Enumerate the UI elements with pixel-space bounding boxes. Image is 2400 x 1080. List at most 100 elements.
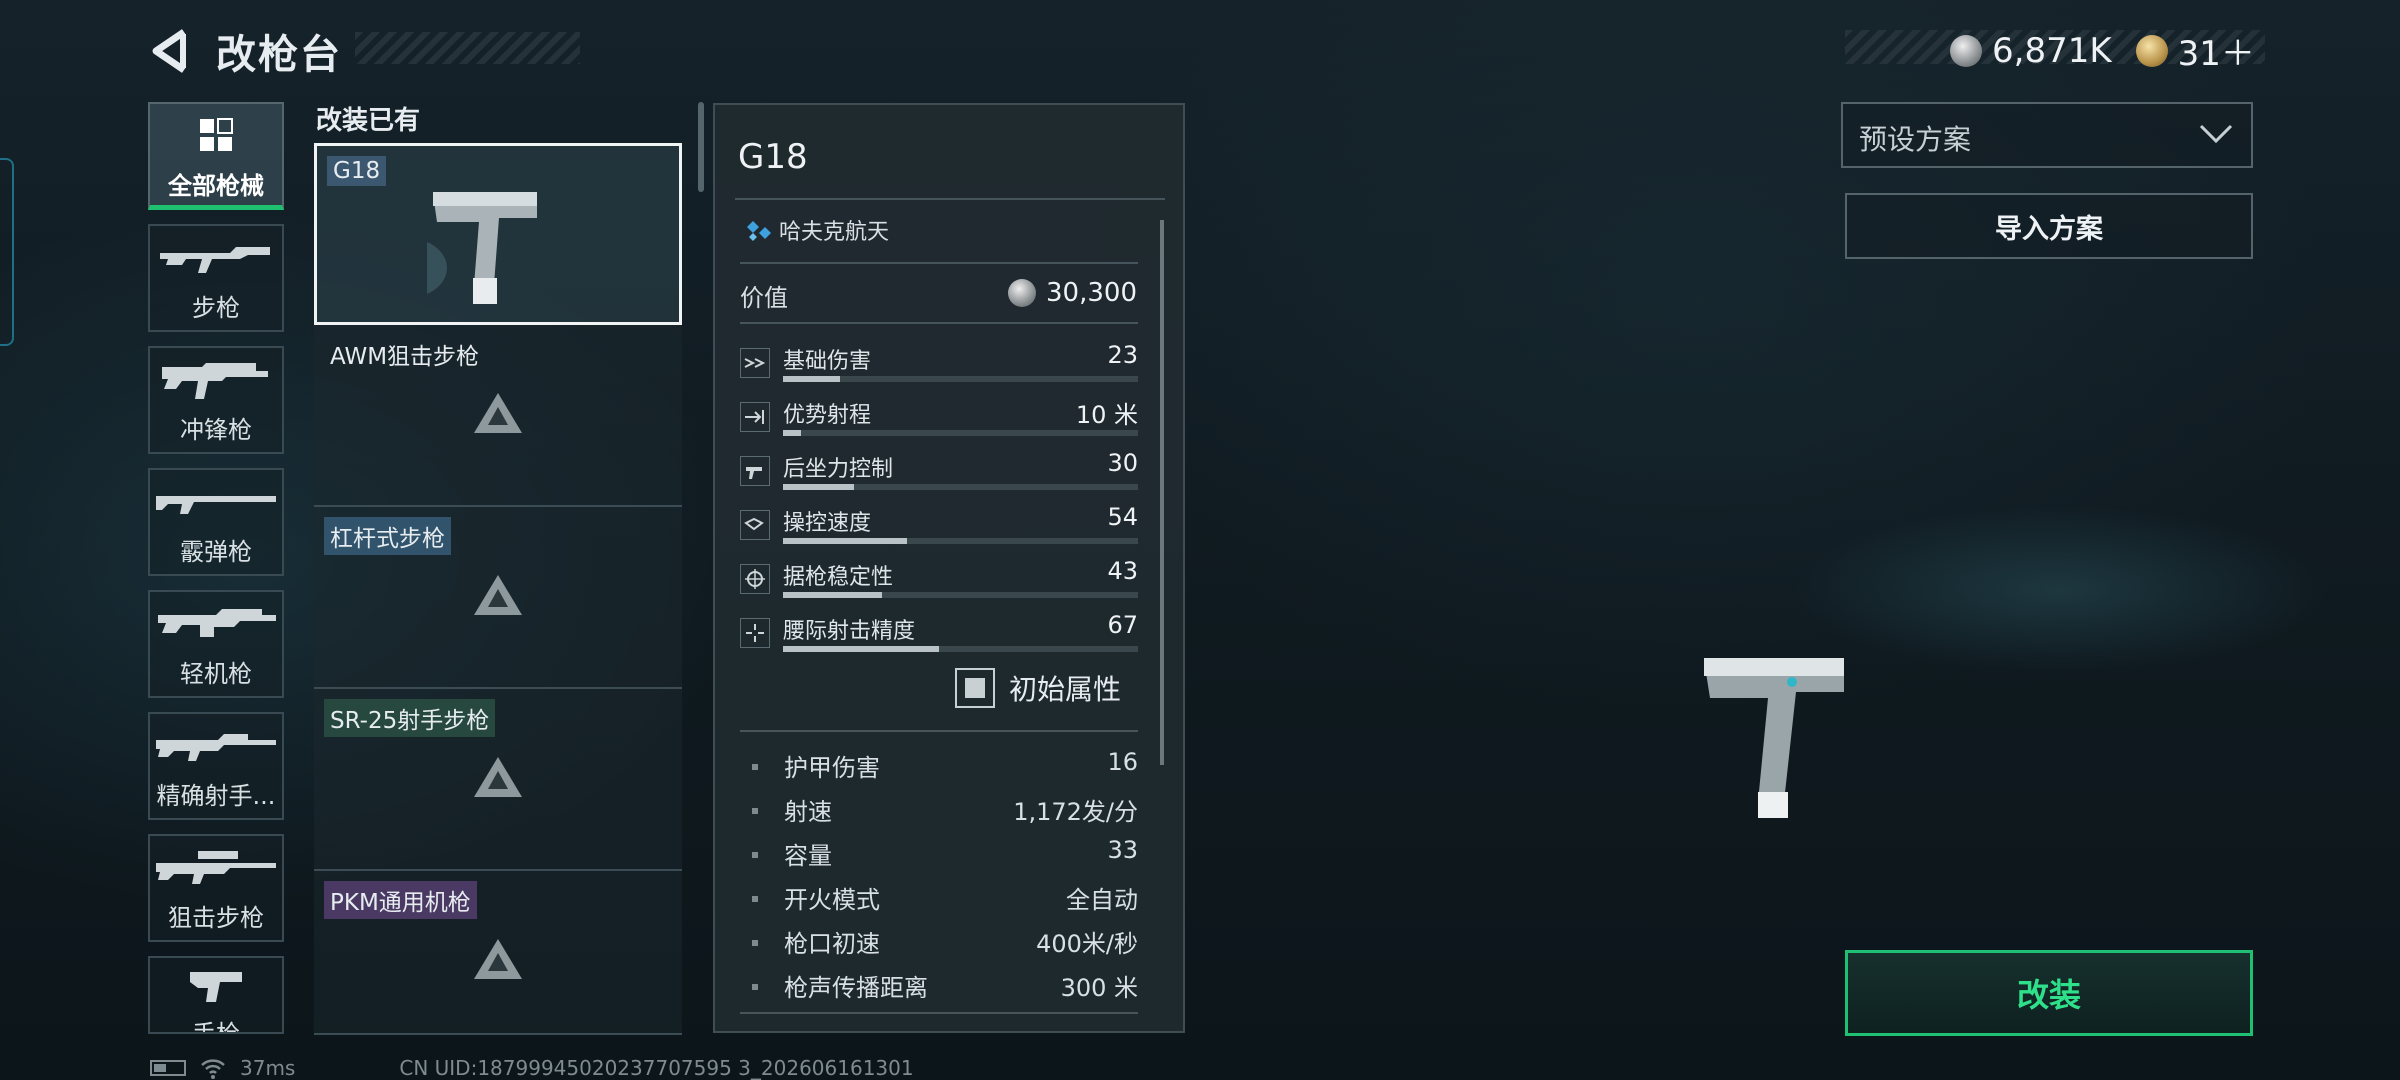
chevron-down-icon xyxy=(2199,124,2233,144)
stat-bar xyxy=(783,430,1138,436)
stat-bar xyxy=(783,646,1138,652)
weapon-card-lever-rifle[interactable]: 杠杆式步枪 xyxy=(314,507,682,689)
marksman-rifle-icon xyxy=(156,734,276,761)
silver-amount: 6,871K xyxy=(1992,30,2112,71)
weapon-card-awm[interactable]: AWM狙击步枪 xyxy=(314,325,682,507)
import-preset-button[interactable]: 导入方案 xyxy=(1845,193,2253,259)
weapon-name: SR-25射手步枪 xyxy=(324,699,496,737)
stat-row: 优势射程 10 米 xyxy=(740,394,1138,448)
weapon-card-sr25[interactable]: SR-25射手步枪 xyxy=(314,689,682,871)
stat-bar-fill xyxy=(783,538,908,544)
side-drawer-tab[interactable] xyxy=(0,158,14,346)
category-label: 冲锋枪 xyxy=(180,416,252,444)
panel-scrollbar[interactable] xyxy=(1160,220,1164,765)
stat-value: 54 xyxy=(1107,503,1138,531)
list-scrollbar[interactable] xyxy=(698,102,704,192)
stat-bar xyxy=(783,484,1138,490)
extra-stat-row: 容量 33 xyxy=(752,836,1138,876)
range-icon xyxy=(740,402,770,432)
stat-bar-fill xyxy=(783,376,840,382)
bullet-icon xyxy=(752,764,758,770)
category-sniper[interactable]: 狙击步枪 xyxy=(148,834,284,942)
original-stats-toggle[interactable]: 初始属性 xyxy=(955,668,1121,708)
extra-stat-label: 容量 xyxy=(784,842,832,870)
stat-row: 操控速度 54 xyxy=(740,502,1138,556)
extra-stat-value: 400米/秒 xyxy=(1036,930,1138,958)
stat-value: 10 米 xyxy=(1075,401,1138,429)
back-button[interactable] xyxy=(150,28,192,74)
page-title: 改枪台 xyxy=(216,32,342,78)
manufacturer-name: 哈夫克航天 xyxy=(779,220,890,245)
list-heading: 改装已有 xyxy=(316,106,421,136)
stat-label: 据枪稳定性 xyxy=(783,565,894,590)
category-smg[interactable]: 冲锋枪 xyxy=(148,346,284,454)
manufacturer: 哈夫克航天 xyxy=(745,214,889,246)
weapon-card-pkm[interactable]: PKM通用机枪 xyxy=(314,871,682,1035)
stat-bar-fill xyxy=(783,430,801,436)
hipfire-icon xyxy=(740,618,770,648)
preset-dropdown[interactable]: 预设方案 xyxy=(1841,102,2253,168)
battery-icon xyxy=(150,1060,186,1076)
category-pistol[interactable]: 手枪 xyxy=(148,956,284,1034)
gold-amount[interactable]: 31＋ xyxy=(2178,26,2255,75)
value-amount: 30,300 xyxy=(1046,278,1137,308)
checkbox[interactable] xyxy=(955,668,995,708)
category-marksman[interactable]: 精确射手... xyxy=(148,712,284,820)
extra-stat-value: 1,172发/分 xyxy=(1013,798,1138,826)
category-all[interactable]: 全部枪械 xyxy=(148,102,284,210)
bullet-icon xyxy=(752,808,758,814)
stat-value: 67 xyxy=(1107,611,1138,639)
category-label: 手枪 xyxy=(192,1020,240,1034)
category-shotgun[interactable]: 霰弹枪 xyxy=(148,468,284,576)
extra-stat-label: 枪声传播距离 xyxy=(784,974,928,1002)
divider xyxy=(740,262,1138,264)
stat-value: 23 xyxy=(1107,341,1138,369)
extra-stat-row: 护甲伤害 16 xyxy=(752,748,1138,788)
extra-stat-row: 开火模式 全自动 xyxy=(752,880,1138,920)
modify-button[interactable]: 改装 xyxy=(1845,950,2253,1036)
category-label: 精确射手... xyxy=(156,782,276,810)
extra-stat-value: 33 xyxy=(1107,836,1138,864)
shotgun-icon xyxy=(156,496,276,514)
category-rifle[interactable]: 步枪 xyxy=(148,224,284,332)
stat-bar xyxy=(783,376,1138,382)
rifle-icon xyxy=(160,247,270,273)
value-label: 价值 xyxy=(740,284,788,312)
locked-placeholder-icon xyxy=(474,393,522,433)
extra-stat-value: 全自动 xyxy=(1066,886,1138,914)
extra-stat-value: 16 xyxy=(1107,748,1138,776)
weapon-name: AWM狙击步枪 xyxy=(330,344,480,370)
stat-value: 30 xyxy=(1107,449,1138,477)
smg-icon xyxy=(162,363,268,399)
lmg-icon xyxy=(158,609,276,637)
category-label: 全部枪械 xyxy=(168,172,264,200)
extra-stat-row: 枪口初速 400米/秒 xyxy=(752,924,1138,964)
stat-value: 43 xyxy=(1107,557,1138,585)
stat-row: 腰际射击精度 67 xyxy=(740,610,1138,664)
extra-stat-row: 枪声传播距离 300 米 xyxy=(752,968,1138,1008)
extra-stat-label: 射速 xyxy=(784,798,832,826)
bullet-icon xyxy=(752,852,758,858)
grid-icon xyxy=(200,118,233,151)
sniper-rifle-icon xyxy=(156,851,276,884)
stat-label: 基础伤害 xyxy=(783,349,872,374)
stat-row: 据枪稳定性 43 xyxy=(740,556,1138,610)
stat-row: 基础伤害 23 xyxy=(740,340,1138,394)
value-display: 30,300 xyxy=(1008,278,1137,308)
weapon-name: G18 xyxy=(327,156,387,186)
divider xyxy=(740,1012,1138,1014)
back-arrow-icon xyxy=(152,29,186,73)
pistol-icon xyxy=(190,972,242,1002)
preset-label: 预设方案 xyxy=(1859,123,1972,156)
wifi-icon xyxy=(201,1059,225,1079)
extra-stat-label: 枪口初速 xyxy=(784,930,880,958)
category-lmg[interactable]: 轻机枪 xyxy=(148,590,284,698)
weapon-title: G18 xyxy=(738,137,808,177)
recoil-icon xyxy=(740,456,770,486)
weapon-card-g18[interactable]: G18 xyxy=(314,143,682,325)
weapon-name: PKM通用机枪 xyxy=(324,881,477,919)
extra-stat-row: 射速 1,172发/分 xyxy=(752,792,1138,832)
divider xyxy=(740,730,1138,732)
bullet-icon xyxy=(752,940,758,946)
user-uid: CN UID:18799945020237707595 3_2026061613… xyxy=(399,1056,914,1080)
